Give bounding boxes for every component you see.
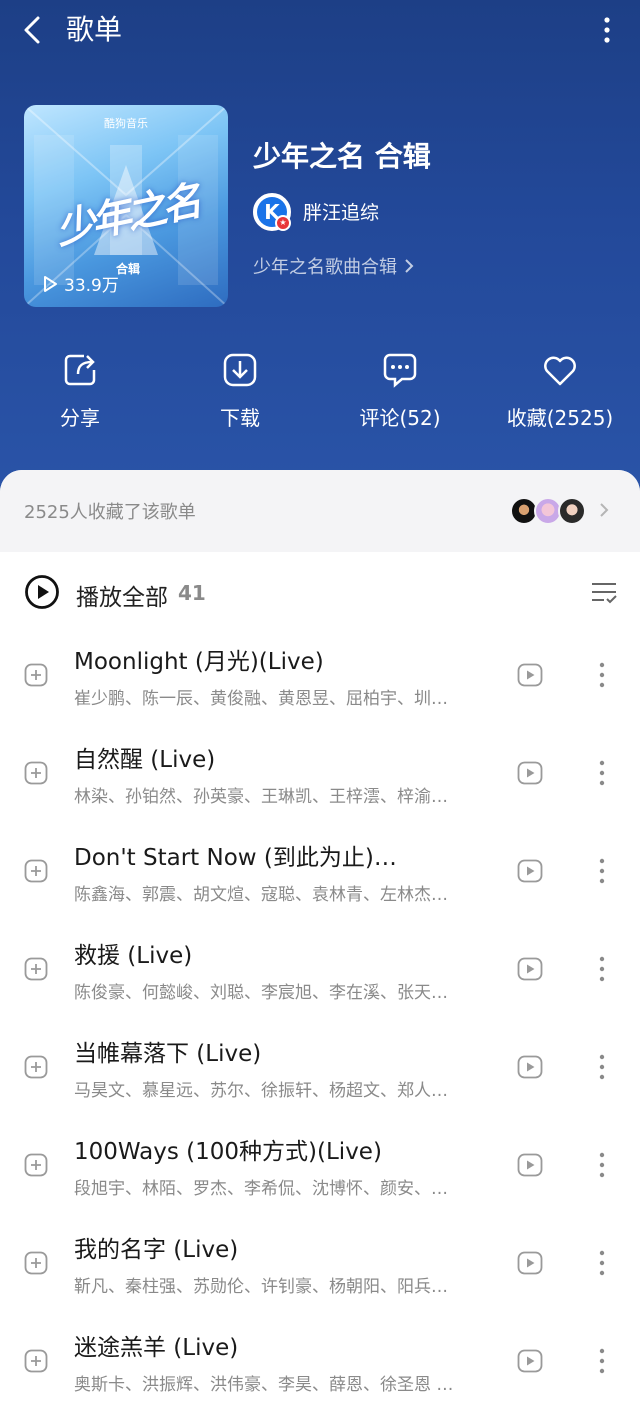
favorite-label: 收藏(2525) <box>506 406 614 430</box>
mv-play-icon[interactable] <box>517 859 543 883</box>
cover-subtitle: 合辑 <box>116 262 141 276</box>
back-button[interactable] <box>18 12 50 48</box>
favorite-button[interactable]: 收藏(2525) <box>480 350 640 431</box>
song-row[interactable]: 迷途羔羊 (Live) 奥斯卡、洪振辉、洪伟豪、李昊、薛恩、徐圣恩 … <box>0 1316 640 1409</box>
song-artists: 陈鑫海、郭震、胡文煊、寇聪、袁林青、左林杰… <box>74 885 448 905</box>
playlist-cover[interactable]: 酷狗音乐 少年之名 合辑 33.9万 <box>24 105 228 307</box>
collectors-bar[interactable]: 2525人收藏了该歌单 <box>0 470 640 552</box>
playlist-description[interactable]: 少年之名歌曲合辑 <box>253 253 415 279</box>
more-vertical-icon[interactable] <box>592 1248 612 1278</box>
playlist-title: 少年之名 合辑 <box>253 140 431 173</box>
song-row[interactable]: 当帷幕落下 (Live) 马昊文、慕星远、苏尔、徐振轩、杨超文、郑人… <box>0 1022 640 1120</box>
more-vertical-icon[interactable] <box>592 856 612 886</box>
verified-badge-icon: ★ <box>275 215 291 231</box>
chevron-right-icon <box>405 259 414 273</box>
song-title: Don't Start Now (到此为止)… <box>74 845 397 871</box>
comment-label: 评论(52) <box>359 406 441 430</box>
song-artists: 段旭宇、林陌、罗杰、李希侃、沈博怀、颜安、… <box>74 1179 448 1199</box>
play-all-row[interactable]: 播放全部 41 <box>0 570 640 616</box>
song-row[interactable]: 救援 (Live) 陈俊豪、何懿峻、刘聪、李宸旭、李在溪、张天… <box>0 924 640 1022</box>
action-bar: 分享 下载 评论(52) 收藏(2525) <box>0 350 640 440</box>
add-icon[interactable] <box>24 1055 48 1079</box>
comment-button[interactable]: 评论(52) <box>320 350 480 431</box>
add-icon[interactable] <box>24 1251 48 1275</box>
song-title: 救援 (Live) <box>74 943 193 969</box>
add-icon[interactable] <box>24 1349 48 1373</box>
share-icon <box>64 354 96 386</box>
more-vertical-icon[interactable] <box>592 1052 612 1082</box>
download-icon <box>223 353 257 387</box>
song-title: 自然醒 (Live) <box>74 747 216 773</box>
add-icon[interactable] <box>24 761 48 785</box>
play-count-value: 33.9万 <box>64 276 119 296</box>
mv-play-icon[interactable] <box>517 663 543 687</box>
song-list-panel: 2525人收藏了该歌单 播放全部 41 Moonlight (月光)(Live)… <box>0 470 640 1409</box>
top-bar: 歌单 <box>0 0 640 62</box>
song-row[interactable]: Don't Start Now (到此为止)… 陈鑫海、郭震、胡文煊、寇聪、袁林青… <box>0 826 640 924</box>
song-artists: 陈俊豪、何懿峻、刘聪、李宸旭、李在溪、张天… <box>74 983 448 1003</box>
song-row[interactable]: 100Ways (100种方式)(Live) 段旭宇、林陌、罗杰、李希侃、沈博怀、… <box>0 1120 640 1218</box>
song-row[interactable]: 我的名字 (Live) 靳凡、秦柱强、苏勋伦、许钊豪、杨朝阳、阳兵… <box>0 1218 640 1316</box>
creator-avatar[interactable]: K ★ <box>253 193 291 231</box>
playlist-header: 歌单 酷狗音乐 少年之名 合辑 33.9万 少年之名 合辑 K ★ 胖汪追综 少… <box>0 0 640 500</box>
song-artists: 奥斯卡、洪振辉、洪伟豪、李昊、薛恩、徐圣恩 … <box>74 1375 454 1395</box>
more-button[interactable] <box>592 12 622 48</box>
play-all-label: 播放全部 <box>76 585 168 611</box>
more-vertical-icon[interactable] <box>592 1346 612 1376</box>
more-vertical-icon[interactable] <box>592 758 612 788</box>
song-title: 我的名字 (Live) <box>74 1237 239 1263</box>
play-count: 33.9万 <box>42 271 119 296</box>
cover-brand-label: 酷狗音乐 <box>104 117 148 130</box>
song-title: 迷途羔羊 (Live) <box>74 1335 239 1361</box>
mv-play-icon[interactable] <box>517 1153 543 1177</box>
back-icon <box>24 16 40 44</box>
add-icon[interactable] <box>24 663 48 687</box>
mv-play-icon[interactable] <box>517 1055 543 1079</box>
add-icon[interactable] <box>24 859 48 883</box>
share-label: 分享 <box>60 406 100 430</box>
song-title: 当帷幕落下 (Live) <box>74 1041 262 1067</box>
description-text: 少年之名歌曲合辑 <box>253 257 397 278</box>
song-artists: 马昊文、慕星远、苏尔、徐振轩、杨超文、郑人… <box>74 1081 448 1101</box>
more-vertical-icon <box>604 17 610 43</box>
list-manage-icon[interactable] <box>590 578 618 606</box>
mv-play-icon[interactable] <box>517 1251 543 1275</box>
song-artists: 林染、孙铂然、孙英豪、王琳凯、王梓澐、梓渝… <box>74 787 448 807</box>
song-row[interactable]: 自然醒 (Live) 林染、孙铂然、孙英豪、王琳凯、王梓澐、梓渝… <box>0 728 640 826</box>
song-count: 41 <box>178 581 206 605</box>
song-title: Moonlight (月光)(Live) <box>74 649 324 675</box>
page-title: 歌单 <box>66 13 123 46</box>
collectors-count-text: 2525人收藏了该歌单 <box>24 502 196 523</box>
share-button[interactable]: 分享 <box>0 350 160 431</box>
play-outline-icon <box>44 275 57 292</box>
song-artists: 崔少鹏、陈一辰、黄俊融、黄恩昱、屈柏宇、圳… <box>74 689 448 709</box>
add-icon[interactable] <box>24 1153 48 1177</box>
song-row[interactable]: Moonlight (月光)(Live) 崔少鹏、陈一辰、黄俊融、黄恩昱、屈柏宇、… <box>0 630 640 728</box>
song-artists: 靳凡、秦柱强、苏勋伦、许钊豪、杨朝阳、阳兵… <box>74 1277 448 1297</box>
song-title: 100Ways (100种方式)(Live) <box>74 1139 382 1165</box>
download-label: 下载 <box>220 406 260 430</box>
heart-icon <box>544 356 576 386</box>
collector-avatars <box>510 497 590 525</box>
mv-play-icon[interactable] <box>517 1349 543 1373</box>
play-circle-icon <box>25 575 59 609</box>
chevron-right-icon <box>600 503 609 517</box>
download-button[interactable]: 下载 <box>160 350 320 431</box>
comment-icon <box>383 353 417 388</box>
mv-play-icon[interactable] <box>517 761 543 785</box>
avatar <box>558 497 586 525</box>
more-vertical-icon[interactable] <box>592 660 612 690</box>
add-icon[interactable] <box>24 957 48 981</box>
creator-name[interactable]: 胖汪追综 <box>303 198 379 225</box>
more-vertical-icon[interactable] <box>592 1150 612 1180</box>
more-vertical-icon[interactable] <box>592 954 612 984</box>
mv-play-icon[interactable] <box>517 957 543 981</box>
